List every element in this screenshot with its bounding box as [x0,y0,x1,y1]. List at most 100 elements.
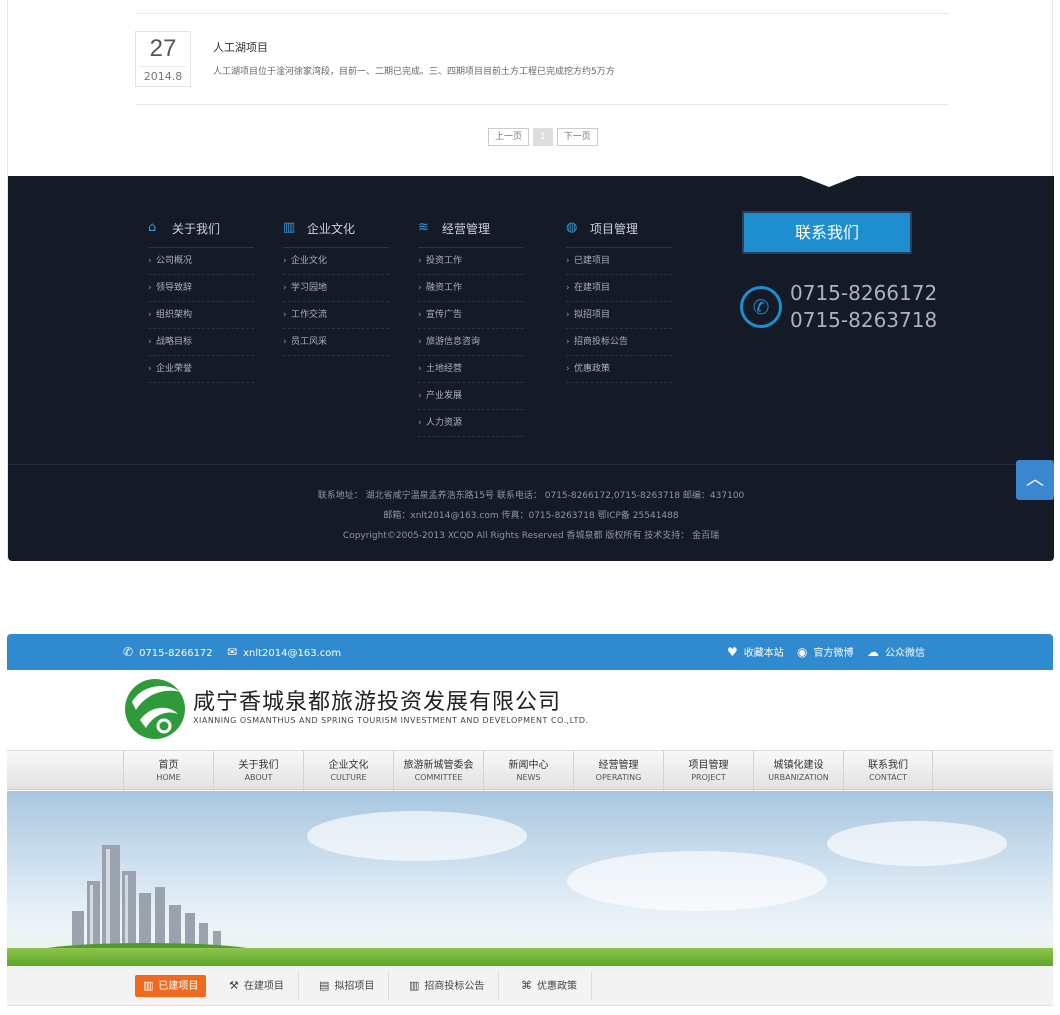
footer-link[interactable]: 组织架构 [148,302,254,329]
tab-ongoing-projects[interactable]: ⚒ 在建项目 [215,972,299,1000]
top-bar: ✆ 0715-8266172 ✉ xnlt2014@163.com ♥ 收藏本站 ◉ 官… [7,634,1053,670]
footer-link[interactable]: 学习园地 [283,275,389,302]
footer-link[interactable]: 在建项目 [566,275,672,302]
nav-item-operating[interactable]: 经营管理 OPERATING [573,751,663,791]
footer-link[interactable]: 战略目标 [148,329,254,356]
footer-column-title[interactable]: ⌂ 关于我们 [148,220,254,248]
footer-link[interactable]: 招商投标公告 [566,329,672,356]
grass [7,948,1053,966]
main-nav: 首页 HOME 关于我们 ABOUT 企业文化 CULTURE 旅游新城管委会 COMM… [7,750,1053,791]
nav-item-committee[interactable]: 旅游新城管委会 COMMITTEE [393,751,483,791]
footer-info: 联系地址： 湖北省咸宁温泉孟养浩东路15号 联系电话： 0715-8266172… [8,486,1054,546]
cloud [307,811,527,861]
layers-icon: ≋ [418,220,429,235]
heart-icon: ♥ [727,645,738,659]
footer-link[interactable]: 土地经营 [418,356,524,383]
weibo-icon: ◉ [797,645,808,659]
site-footer: ⌂关于我们 公司概况 领导致辞 组织架构 战略目标 企业荣誉 ▥企业文化 企业文… [8,176,1054,561]
city-skyline-icon [32,845,257,961]
favorite-link[interactable]: ♥ 收藏本站 [727,634,784,670]
prev-page-button[interactable]: 上一页 [488,128,530,146]
building-icon: ▥ [409,979,420,992]
next-page-button[interactable]: 下一页 [556,128,598,146]
news-summary: 人工湖项目位于淦河徐家湾段，目前一、二期已完成。三、四期项目目前土方工程已完成挖… [213,67,615,77]
tab-preferential-policy[interactable]: ⌘ 优惠政策 [507,972,592,1000]
footer-link[interactable]: 融资工作 [418,275,524,302]
footer-notch [801,176,857,187]
footer-phone-2: 0715-8263718 [790,308,938,332]
news-title[interactable]: 人工湖项目 [213,39,268,55]
footer-column-title[interactable]: ▥ 企业文化 [283,220,389,248]
hammer-icon: ⚒ [229,979,239,992]
company-name-en: XIANNING OSMANTHUS AND SPRING TOURISM IN… [193,716,589,725]
wechat-link[interactable]: ☁ 公众微信 [867,634,925,670]
contact-us-button[interactable]: 联系我们 [742,211,912,254]
footer-link[interactable]: 员工风采 [283,329,389,356]
home-icon: ⌂ [148,220,157,235]
nav-item-urbanization[interactable]: 城镇化建设 URBANIZATION [753,751,843,791]
phone-icon: ✆ [123,645,134,659]
banner-image [7,791,1053,966]
footer-link[interactable]: 宣传广告 [418,302,524,329]
footer-column-project: ◍项目管理 已建项目 在建项目 拟招项目 招商投标公告 优惠政策 [566,220,672,383]
nav-item-news[interactable]: 新闻中心 NEWS [483,751,573,791]
footer-link[interactable]: 优惠政策 [566,356,672,383]
footer-link[interactable]: 公司概况 [148,248,254,275]
divider [8,464,1054,465]
tab-built-projects[interactable]: ▥ 已建项目 [135,975,207,997]
top-phone: ✆ 0715-8266172 [123,634,213,670]
tab-planned-projects[interactable]: ▤ 拟招项目 [305,972,390,1000]
footer-link[interactable]: 工作交流 [283,302,389,329]
footer-column-about: ⌂关于我们 公司概况 领导致辞 组织架构 战略目标 企业荣誉 [148,220,254,383]
sub-nav: ▥ 已建项目 ⚒ 在建项目 ▤ 拟招项目 ▥ 招商投标公告 ⌘ 优惠政策 [7,966,1053,1006]
footer-link[interactable]: 企业文化 [283,248,389,275]
news-day: 27 [149,35,177,62]
company-name: 咸宁香城泉都旅游投资发展有限公司 [193,690,562,715]
news-date: 27 2014.8 [135,31,191,87]
chevron-up-icon: ︿ [1026,469,1044,490]
nav-item-contact[interactable]: 联系我们 CONTACT [843,751,933,791]
back-to-top-button[interactable]: ︿ [1016,460,1054,500]
pagination: 上一页 1 下一页 [488,128,602,146]
nav-item-about[interactable]: 关于我们 ABOUT [213,751,303,791]
footer-link[interactable]: 已建项目 [566,248,672,275]
mail-icon: ✉ [227,645,238,659]
footer-link[interactable]: 产业发展 [418,383,524,410]
nav-item-home[interactable]: 首页 HOME [123,751,213,791]
cloud [567,851,827,911]
footer-column-operating: ≋经营管理 投资工作 融资工作 宣传广告 旅游信息咨询 土地经营 产业发展 人力… [418,220,524,437]
logo-row: 咸宁香城泉都旅游投资发展有限公司 XIANNING OSMANTHUS AND … [7,670,1053,750]
footer-link[interactable]: 拟招项目 [566,302,672,329]
footer-phones: 0715-8266172 0715-8263718 [790,280,937,334]
weibo-link[interactable]: ◉ 官方微博 [797,634,853,670]
news-list-section: 27 2014.8 人工湖项目 人工湖项目位于淦河徐家湾段，目前一、二期已完成。… [7,0,1054,561]
nav-item-culture[interactable]: 企业文化 CULTURE [303,751,393,791]
footer-column-title[interactable]: ◍ 项目管理 [566,220,672,248]
footer-link[interactable]: 投资工作 [418,248,524,275]
building-icon: ▥ [283,220,296,235]
divider [135,13,949,14]
document-icon: ▤ [319,979,330,992]
nav-item-project[interactable]: 项目管理 PROJECT [663,751,753,791]
footer-link[interactable]: 领导致辞 [148,275,254,302]
footer-link[interactable]: 人力资源 [418,410,524,437]
top-email[interactable]: ✉ xnlt2014@163.com [227,634,341,670]
footer-email-line: 邮箱：xnlt2014@163.com 传真：0715-8263718 鄂ICP… [383,511,679,521]
cloud [827,821,1007,866]
footer-link[interactable]: 旅游信息咨询 [418,329,524,356]
site-header: ✆ 0715-8266172 ✉ xnlt2014@163.com ♥ 收藏本站 ◉ 官… [7,634,1053,1015]
wechat-icon: ☁ [867,645,879,659]
page-number-current[interactable]: 1 [533,128,553,146]
tag-icon: ⌘ [521,979,532,992]
list-item[interactable]: 27 2014.8 人工湖项目 人工湖项目位于淦河徐家湾段，目前一、二期已完成。… [135,31,949,105]
footer-copyright: Copyright©2005-2013 XCQD All Rights Rese… [342,531,720,541]
phone-icon: ✆ [740,286,782,328]
footer-column-title[interactable]: ≋ 经营管理 [418,220,524,248]
globe-icon: ◍ [566,220,578,235]
footer-address-line: 联系地址： 湖北省咸宁温泉孟养浩东路15号 联系电话： 0715-8266172… [317,491,745,501]
footer-column-culture: ▥企业文化 企业文化 学习园地 工作交流 员工风采 [283,220,389,356]
news-year-month: 2014.8 [140,66,186,87]
footer-link[interactable]: 企业荣誉 [148,356,254,383]
logo-icon[interactable] [124,676,186,742]
tab-bidding-notice[interactable]: ▥ 招商投标公告 [395,972,500,1000]
